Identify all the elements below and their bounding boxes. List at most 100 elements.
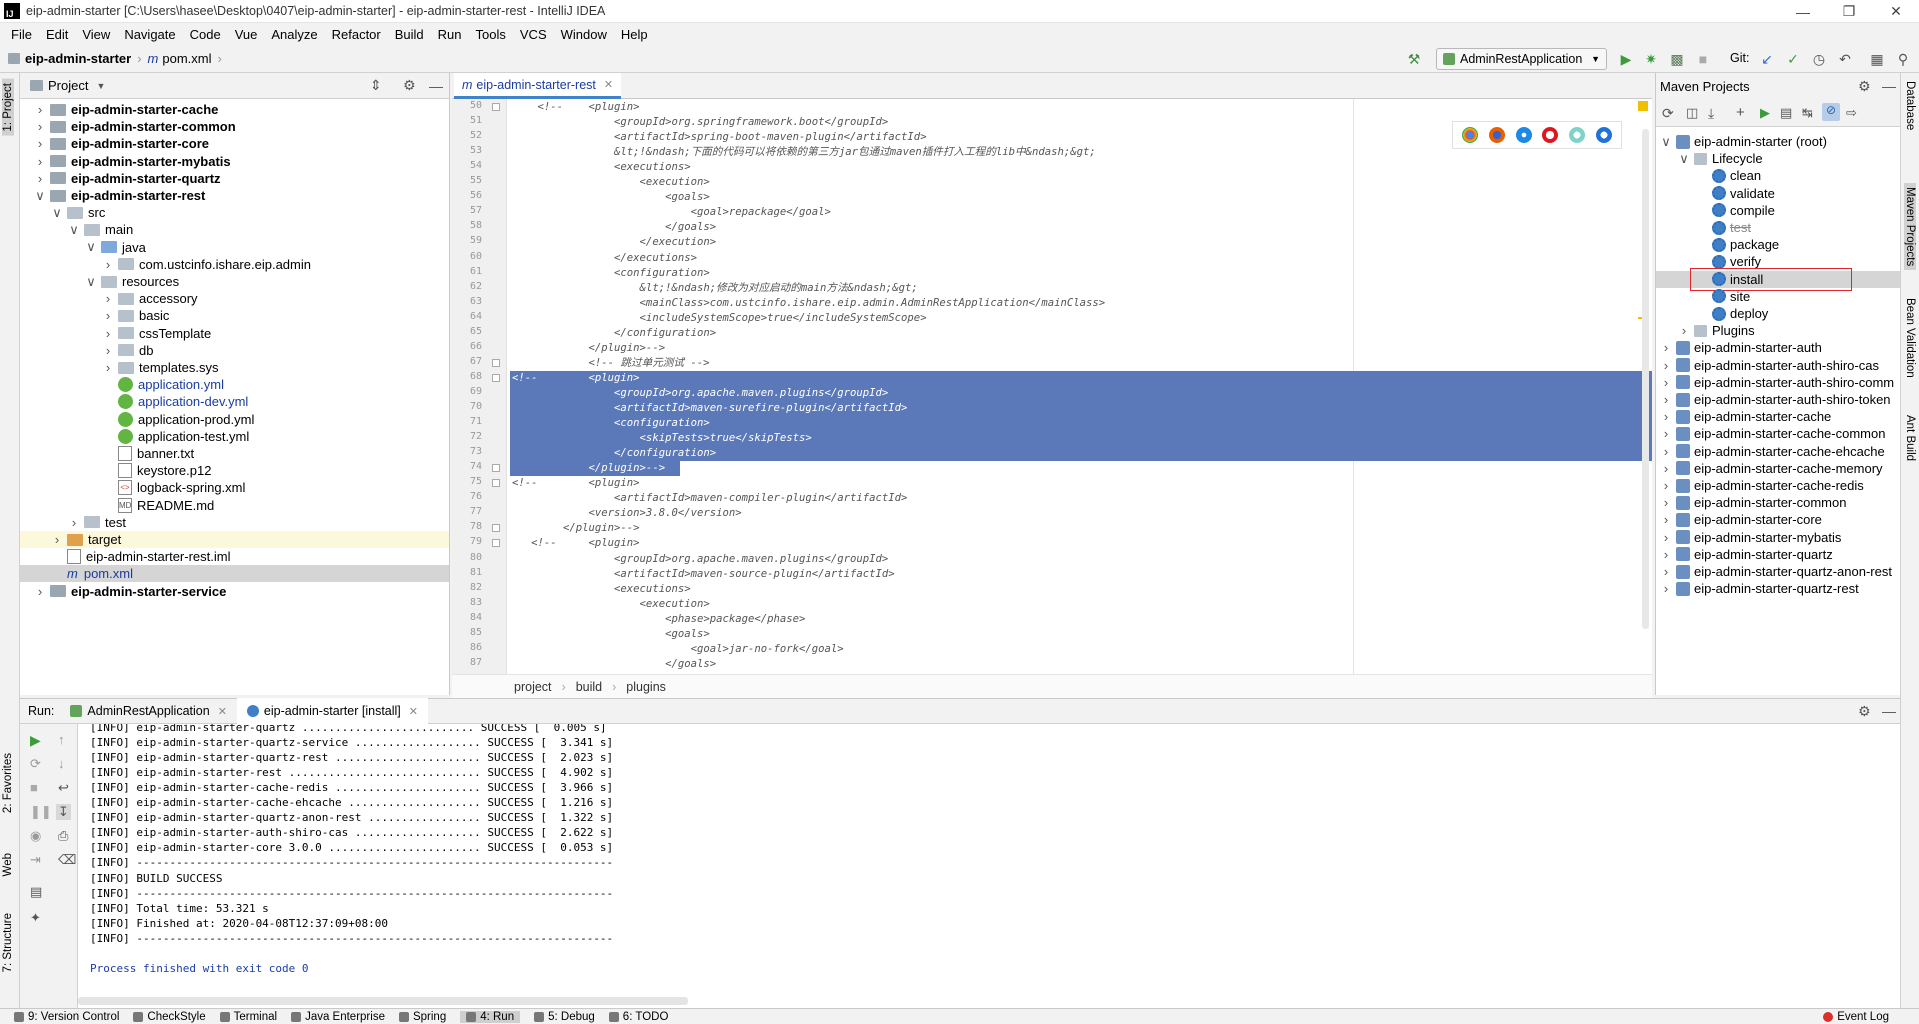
- soft-wrap-icon[interactable]: ↩: [58, 780, 69, 796]
- editor-breadcrumb-build[interactable]: build: [576, 680, 602, 694]
- menu-item-file[interactable]: File: [4, 27, 39, 42]
- collapse-all-icon[interactable]: ⇕: [370, 77, 382, 94]
- down-icon[interactable]: ↓: [58, 756, 65, 771]
- pause-icon[interactable]: ❚❚: [30, 804, 52, 820]
- fold-marker-icon[interactable]: [492, 524, 500, 533]
- chevron-right-icon[interactable]: ›: [102, 308, 114, 323]
- chevron-right-icon[interactable]: ›: [34, 171, 46, 186]
- project-tree-row[interactable]: › eip-admin-starter-quartz: [20, 170, 449, 187]
- run-console[interactable]: [INFO] eip-admin-starter-quartz ........…: [78, 724, 1900, 1014]
- menu-item-code[interactable]: Code: [183, 27, 228, 42]
- tool-tab-ant-build[interactable]: Ant Build: [1904, 415, 1916, 461]
- run-maven-icon[interactable]: ▶: [1760, 105, 1770, 121]
- maven-tree-row[interactable]: package: [1656, 236, 1900, 253]
- tool-tab-web[interactable]: Web: [2, 853, 14, 876]
- project-tree-row[interactable]: eip-admin-starter-rest.iml: [20, 548, 449, 565]
- tool-tab-project[interactable]: 1: Project: [2, 79, 14, 136]
- maven-tree-row[interactable]: › eip-admin-starter-quartz-rest: [1656, 580, 1900, 597]
- maven-tree-row[interactable]: deploy: [1656, 305, 1900, 322]
- editor-breadcrumb-project[interactable]: project: [514, 680, 552, 694]
- project-tree-row[interactable]: ∨ java: [20, 239, 449, 256]
- menu-item-tools[interactable]: Tools: [469, 27, 513, 42]
- project-tree-row[interactable]: ∨ resources: [20, 273, 449, 290]
- project-tree-row[interactable]: banner.txt: [20, 445, 449, 462]
- menu-item-edit[interactable]: Edit: [39, 27, 75, 42]
- chevron-right-icon[interactable]: ›: [1660, 340, 1672, 355]
- project-tree-row[interactable]: application.yml: [20, 376, 449, 393]
- chevron-right-icon[interactable]: ›: [1678, 323, 1690, 338]
- tool-window-tab[interactable]: CheckStyle: [133, 1011, 206, 1023]
- minimize-icon[interactable]: —: [1780, 0, 1826, 23]
- project-tree-row[interactable]: application-prod.yml: [20, 411, 449, 428]
- reimport-icon[interactable]: ⟳: [1662, 105, 1674, 122]
- edge-icon[interactable]: [1595, 127, 1612, 143]
- menu-item-run[interactable]: Run: [431, 27, 469, 42]
- scroll-to-end-icon[interactable]: ↧: [56, 804, 71, 820]
- maven-tree-row[interactable]: site: [1656, 288, 1900, 305]
- tool-window-tab[interactable]: 6: TODO: [608, 1011, 668, 1023]
- breadcrumb-project[interactable]: eip-admin-starter: [25, 51, 131, 66]
- menu-item-navigate[interactable]: Navigate: [117, 27, 182, 42]
- inspection-status-icon[interactable]: [1638, 101, 1648, 111]
- chevron-right-icon[interactable]: ›: [1660, 478, 1672, 493]
- add-icon[interactable]: +: [1736, 104, 1745, 121]
- coverage-icon[interactable]: ▩: [1668, 50, 1686, 68]
- chevron-right-icon[interactable]: ›: [51, 532, 63, 547]
- chevron-down-icon[interactable]: ▼: [96, 81, 105, 91]
- project-tree-row[interactable]: › eip-admin-starter-mybatis: [20, 153, 449, 170]
- maven-tree-row[interactable]: clean: [1656, 167, 1900, 184]
- maven-tree-row[interactable]: › eip-admin-starter-cache-common: [1656, 425, 1900, 442]
- firefox-icon[interactable]: [1488, 127, 1505, 143]
- project-tree-row[interactable]: › eip-admin-starter-core: [20, 135, 449, 152]
- chevron-right-icon[interactable]: ›: [1660, 392, 1672, 407]
- fold-marker-icon[interactable]: [492, 103, 500, 111]
- event-log-tab[interactable]: Event Log: [1823, 1011, 1889, 1023]
- chevron-right-icon[interactable]: ›: [34, 136, 46, 151]
- tool-tab-database[interactable]: Database: [1904, 81, 1916, 130]
- menu-item-view[interactable]: View: [75, 27, 117, 42]
- gear-icon[interactable]: ⚙: [1858, 78, 1871, 95]
- maven-tree-row[interactable]: install: [1656, 267, 1900, 291]
- project-tree-row[interactable]: <> logback-spring.xml: [20, 479, 449, 496]
- hide-panel-icon[interactable]: —: [429, 78, 443, 94]
- stop-icon[interactable]: ■: [1694, 50, 1712, 68]
- chevron-right-icon[interactable]: ›: [34, 154, 46, 169]
- generate-sources-icon[interactable]: ◫: [1686, 105, 1698, 121]
- maven-tree-row[interactable]: › eip-admin-starter-quartz-anon-rest: [1656, 563, 1900, 580]
- chevron-right-icon[interactable]: ›: [34, 102, 46, 117]
- project-tree-row[interactable]: › cssTemplate: [20, 325, 449, 342]
- maven-tree-row[interactable]: validate: [1656, 185, 1900, 202]
- editor-tab-pom[interactable]: m eip-admin-starter-rest ✕: [454, 73, 622, 99]
- run-icon[interactable]: ▶: [1617, 50, 1635, 68]
- tool-window-tab[interactable]: 4: Run: [460, 1010, 521, 1023]
- tool-window-tab[interactable]: 9: Version Control: [14, 1011, 119, 1023]
- close-tab-icon[interactable]: ✕: [604, 78, 613, 91]
- layout-icon[interactable]: ▤: [30, 884, 42, 900]
- project-tree-row[interactable]: › templates.sys: [20, 359, 449, 376]
- code-editor[interactable]: 50 51 52 53 54 55 56 57 58 59 60 61 62 63 64 65 66 67 68 69…: [452, 99, 1652, 674]
- menu-item-analyze[interactable]: Analyze: [264, 27, 324, 42]
- download-icon[interactable]: ⤓: [1708, 105, 1714, 122]
- menu-item-vcs[interactable]: VCS: [513, 27, 554, 42]
- maven-tree-row[interactable]: › eip-admin-starter-mybatis: [1656, 529, 1900, 546]
- restore-icon[interactable]: ❐: [1826, 0, 1872, 23]
- chevron-right-icon[interactable]: ›: [1660, 547, 1672, 562]
- menu-item-window[interactable]: Window: [554, 27, 614, 42]
- project-tree-row[interactable]: m pom.xml: [20, 565, 449, 583]
- close-tab-icon[interactable]: ✕: [218, 705, 227, 718]
- maven-tree-row[interactable]: › eip-admin-starter-core: [1656, 511, 1900, 528]
- git-update-icon[interactable]: ↙: [1758, 50, 1776, 68]
- tool-tab-structure[interactable]: 7: Structure: [2, 913, 14, 972]
- maven-tree-row[interactable]: › eip-admin-starter-auth-shiro-token: [1656, 391, 1900, 408]
- fold-marker-icon[interactable]: [492, 464, 500, 473]
- chevron-right-icon[interactable]: ›: [1660, 409, 1672, 424]
- maven-tree-row[interactable]: › eip-admin-starter-cache-memory: [1656, 460, 1900, 477]
- project-tree-row[interactable]: ∨ src: [20, 204, 449, 221]
- menu-item-build[interactable]: Build: [388, 27, 431, 42]
- chevron-down-icon[interactable]: ∨: [34, 188, 46, 204]
- git-commit-icon[interactable]: ✓: [1784, 50, 1802, 68]
- debug-icon[interactable]: ✷: [1642, 50, 1660, 68]
- chevron-right-icon[interactable]: ›: [1660, 444, 1672, 459]
- chevron-right-icon[interactable]: ›: [102, 257, 114, 272]
- debug-rerun-icon[interactable]: ⟳: [30, 756, 41, 772]
